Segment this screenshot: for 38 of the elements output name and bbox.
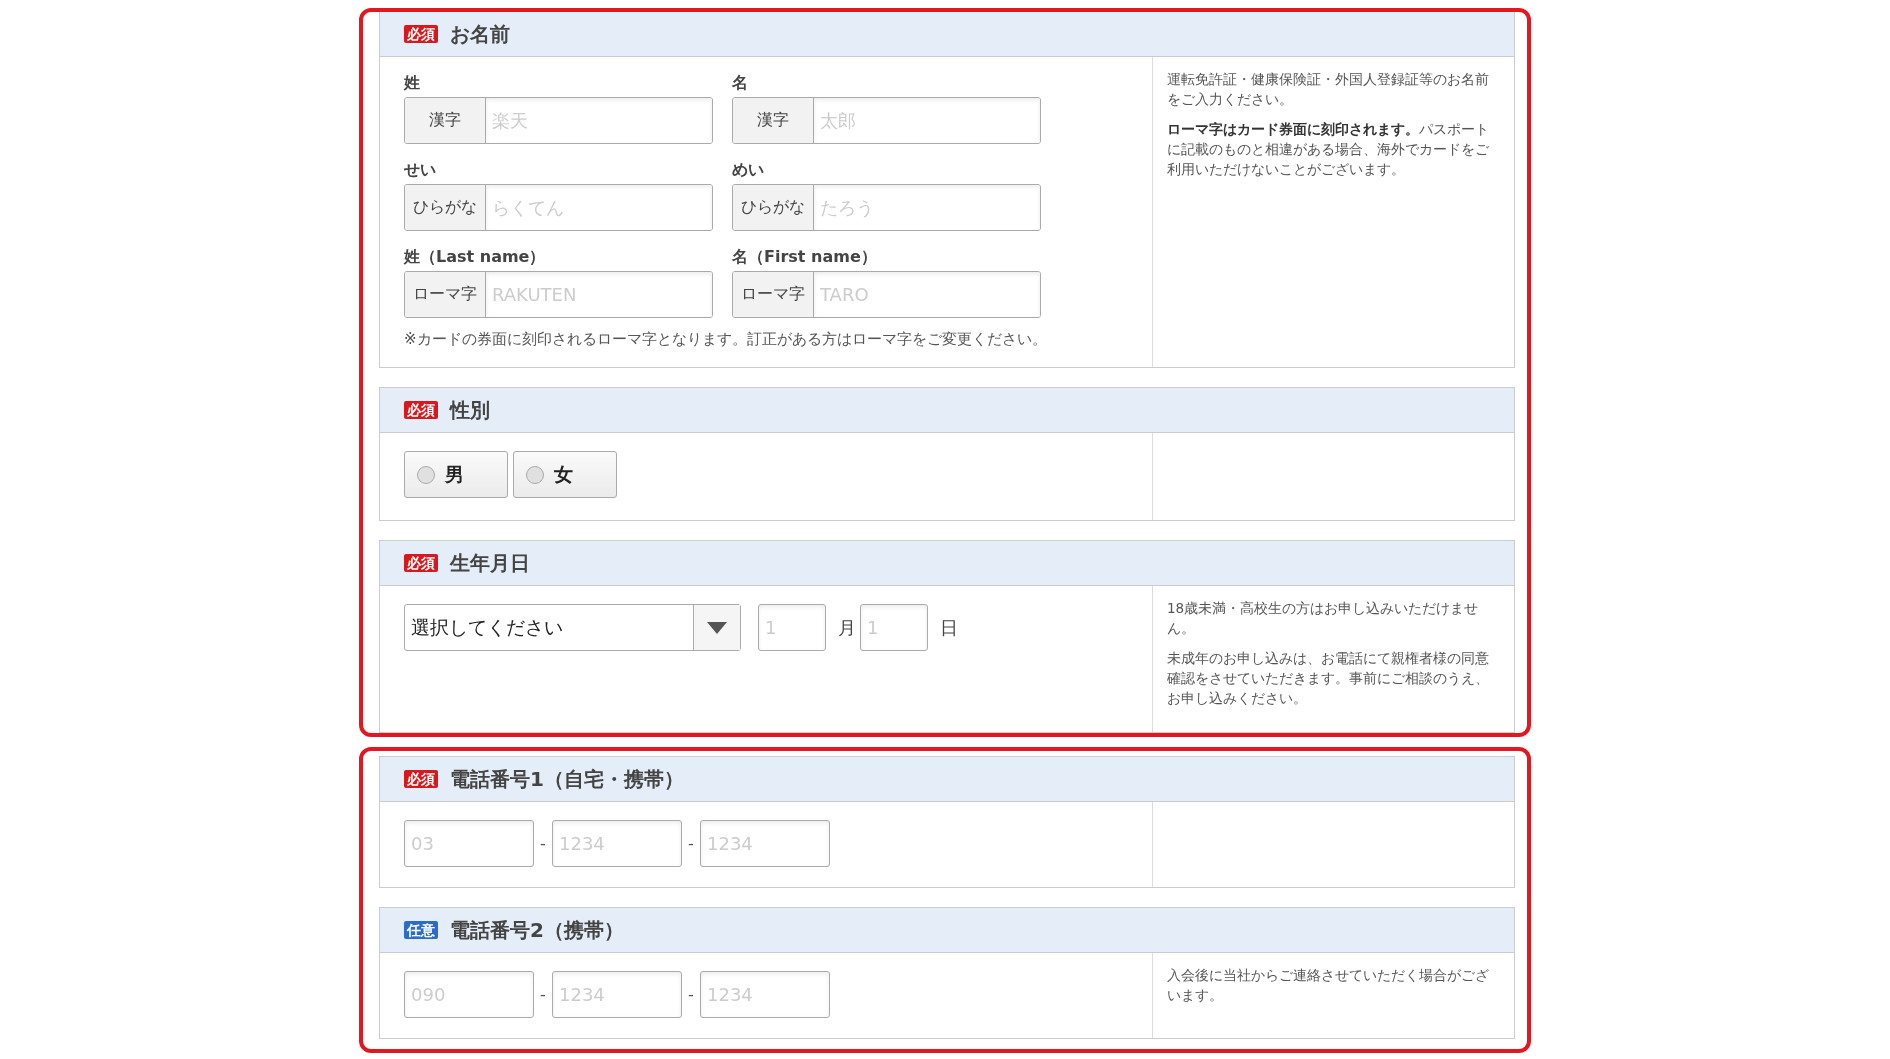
section-title: 電話番号2（携帯） [450,916,624,944]
field-label: 名 [732,72,749,94]
section-title: 電話番号1（自宅・携帯） [450,765,684,793]
field-prefix: ひらがな [733,185,814,230]
field-label: せい [404,159,437,181]
requirement-badge: 必須 [404,554,438,572]
date-unit: 日 [940,615,958,640]
requirement-badge: 必須 [404,770,438,788]
field-label: 姓（Last name） [404,246,547,268]
field-label: 名（First name） [732,246,878,268]
note-text: 18歳未満・高校生の方はお申し込みいただけません。 [1167,599,1480,638]
field-prefix: 漢字 [405,98,486,143]
field-label: めい [732,159,765,181]
year-select[interactable]: 選択してください [404,604,741,651]
section-title: 性別 [450,396,490,424]
field-prefix: ローマ字 [733,272,814,317]
footnote: ※カードの券面に刻印されるローマ字となります。訂正がある方はローマ字をご変更ください。 [404,330,1048,349]
requirement-badge: 必須 [404,25,438,43]
field-prefix: ひらがな [405,185,486,230]
dropdown-arrow-icon [707,621,727,634]
note-text: 未成年のお申し込みは、お電話にて親権者様の同意確認をさせていただきます。事前にご相談のうえ、お申し込みください。 [1167,649,1490,708]
radio-option[interactable]: 男 [404,451,508,498]
separator: - [539,834,547,853]
note-text: ローマ字はカード券面に刻印されます。パスポートに記載のものと相違がある場合、海外でカードをご利用いただけないことがございます。 [1167,120,1490,179]
field-prefix: ローマ字 [405,272,486,317]
field-label: 姓 [404,72,421,94]
separator: - [687,834,695,853]
section-title: お名前 [450,20,510,48]
radio-option[interactable]: 女 [513,451,617,498]
requirement-badge: 任意 [404,921,438,939]
note-text: 運転免許証・健康保険証・外国人登録証等のお名前をご入力ください。 [1167,70,1490,109]
date-unit: 月 [838,615,856,640]
note-text: 入会後に当社からご連絡させていただく場合がございます。 [1167,966,1490,1005]
separator: - [539,985,547,1004]
section-title: 生年月日 [450,549,530,577]
separator: - [687,985,695,1004]
requirement-badge: 必須 [404,401,438,419]
field-prefix: 漢字 [733,98,814,143]
